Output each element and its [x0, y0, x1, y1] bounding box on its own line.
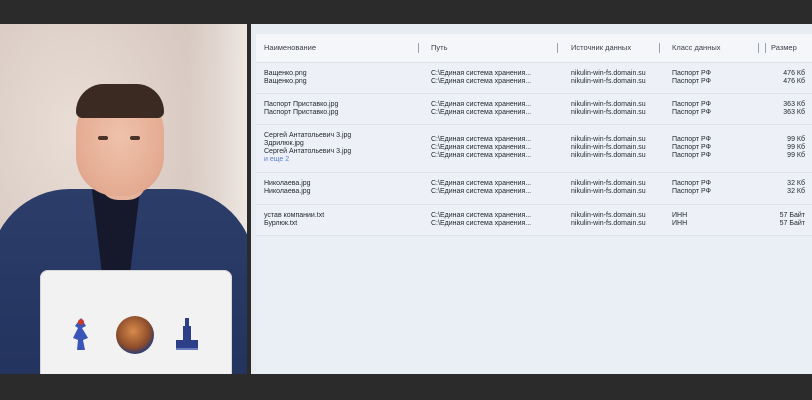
cell-path: C:\Единая система хранения... C:\Единая с…	[431, 70, 532, 85]
header-name[interactable]: Наименование	[264, 34, 419, 62]
cell-source: nikulin-win-fs.domain.su nikulin-win-fs.d…	[571, 212, 646, 227]
header-class[interactable]: Класс данных	[672, 34, 759, 62]
table-header: Наименование Путь Источник данных Класс …	[256, 34, 812, 63]
cell-name: Николаева.jpg Николаева.jpg	[264, 180, 311, 195]
cell-path: C:\Единая система хранения... C:\Единая с…	[431, 212, 532, 227]
column-resize-handle[interactable]	[418, 43, 419, 53]
cell-path: C:\Единая система хранения... C:\Единая с…	[431, 101, 532, 116]
cell-name: Ващенко.png Ващенко.png	[264, 70, 307, 85]
bottom-bar	[0, 374, 812, 400]
laptop-lid	[40, 270, 232, 375]
presenter-eye-left	[98, 136, 108, 140]
cell-name: Сергей Антатольевич 3.jpg Здрилюк.jpg Серг…	[264, 132, 352, 164]
horse-rider-sticker-icon	[68, 316, 94, 352]
cell-class: ИНН ИНН	[672, 212, 688, 227]
cell-class: Паспорт РФ Паспорт РФ	[672, 180, 711, 195]
cell-size: 99 Кб 99 Кб 99 Кб	[787, 136, 805, 159]
cell-class: Паспорт РФ Паспорт РФ	[672, 70, 711, 85]
tower-sticker-icon	[172, 316, 202, 352]
presenter-eye-right	[130, 136, 140, 140]
table-row[interactable]: устав компании.txt Бурлюк.txt C:\Единая с…	[256, 205, 812, 236]
header-source[interactable]: Источник данных	[571, 34, 660, 62]
shared-screen: Наименование Путь Источник данных Класс …	[251, 24, 812, 374]
table-row[interactable]: Николаева.jpg Николаева.jpg C:\Единая сис…	[256, 173, 812, 205]
webcam-video	[0, 24, 247, 375]
data-table: Наименование Путь Источник данных Класс …	[256, 34, 812, 374]
cell-source: nikulin-win-fs.domain.su nikulin-win-fs.d…	[571, 136, 646, 159]
cell-source: nikulin-win-fs.domain.su nikulin-win-fs.d…	[571, 70, 646, 85]
presenter-hair	[76, 84, 164, 118]
table-row[interactable]: Сергей Антатольевич 3.jpg Здрилюк.jpg Серг…	[256, 125, 812, 173]
cell-size: 476 Кб 476 Кб	[783, 70, 805, 85]
column-resize-handle[interactable]	[765, 43, 766, 53]
show-more-link[interactable]: и еще 2	[264, 156, 351, 164]
cell-path: C:\Единая система хранения... C:\Единая с…	[431, 136, 532, 159]
cell-class: Паспорт РФ Паспорт РФ	[672, 101, 711, 116]
cell-size: 32 Кб 32 Кб	[787, 180, 805, 195]
column-resize-handle[interactable]	[758, 43, 759, 53]
cell-path: C:\Единая система хранения... C:\Единая с…	[431, 180, 532, 195]
cell-name: Паспорт Приставко.jpg Паспорт Приставко.j…	[264, 101, 339, 116]
planet-sticker-icon	[116, 316, 154, 354]
cell-size: 363 Кб 363 Кб	[783, 101, 805, 116]
header-size[interactable]: Размер	[765, 34, 797, 62]
column-resize-handle[interactable]	[659, 43, 660, 53]
table-row[interactable]: Ващенко.png Ващенко.png C:\Единая система…	[256, 63, 812, 94]
table-row[interactable]: Паспорт Приставко.jpg Паспорт Приставко.j…	[256, 94, 812, 125]
cell-name: устав компании.txt Бурлюк.txt	[264, 212, 325, 227]
cell-source: nikulin-win-fs.domain.su nikulin-win-fs.d…	[571, 180, 646, 195]
column-resize-handle[interactable]	[557, 43, 558, 53]
header-path[interactable]: Путь	[431, 34, 558, 62]
cell-class: Паспорт РФ Паспорт РФ Паспорт РФ	[672, 136, 711, 159]
cell-source: nikulin-win-fs.domain.su nikulin-win-fs.d…	[571, 101, 646, 116]
cell-size: 57 Байт 57 Байт	[779, 212, 805, 227]
